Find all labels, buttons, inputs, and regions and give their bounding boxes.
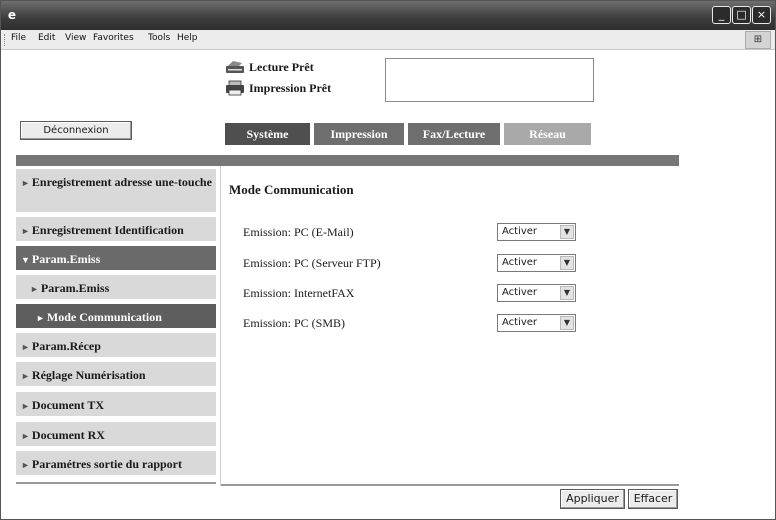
sidebar-item-scan-settings[interactable]: ► Réglage Numérisation [16,362,216,386]
page-title: Mode Communication [229,182,354,197]
chevron-down-icon: ▼ [560,286,574,300]
setting-label-email: Emission: PC (E-Mail) [243,225,354,239]
triangle-right-icon: ► [21,226,30,236]
triangle-right-icon: ► [30,284,39,294]
sidebar-subitem-communication-mode[interactable]: ► Mode Communication [16,304,216,328]
minimize-button[interactable]: _ [712,6,731,24]
setting-label-internetfax: Emission: InternetFAX [243,286,355,300]
maximize-button[interactable]: □ [732,6,751,24]
sidebar-item-label: Document RX [31,428,105,442]
triangle-right-icon: ► [21,371,30,381]
triangle-right-icon: ► [21,342,30,352]
logout-button[interactable]: Déconnexion [20,121,132,140]
apply-button[interactable]: Appliquer [560,489,625,509]
sidebar-item-label: Enregistrement Identification [31,223,184,237]
select-value: Activer [502,317,538,328]
select-value: Activer [502,287,538,298]
menu-tools[interactable]: Tools [148,33,170,43]
select-value: Activer [502,257,538,268]
tab-print[interactable]: Impression [314,123,404,145]
clear-button[interactable]: Effacer [628,489,678,509]
tab-network[interactable]: Réseau [504,123,591,145]
setting-label-smb: Emission: PC (SMB) [243,316,346,330]
sidebar-item-label: Param.Emiss [31,252,101,266]
print-status-text: Impression Prêt [249,81,332,95]
sidebar-item-label: Paramétres sortie du rapport [31,457,182,471]
triangle-right-icon: ► [21,401,30,411]
sidebar-item-label: Enregistrement adresse une-touche [31,175,212,189]
triangle-down-icon: ▼ [21,255,30,265]
menu-view[interactable]: View [65,33,86,43]
close-button[interactable]: × [752,6,771,24]
tab-fax-scan[interactable]: Fax/Lecture [408,123,500,145]
chevron-down-icon: ▼ [560,225,574,239]
sidebar-item-label: Réglage Numérisation [31,368,146,382]
sidebar-item-receive-settings[interactable]: ► Param.Récep [16,333,216,357]
main-footer-divider [221,484,679,486]
tab-system[interactable]: Système [225,123,310,145]
sidebar-item-label: Param.Emiss [40,281,110,295]
sidebar-item-label: Param.Récep [31,339,101,353]
sidebar-footer-divider [16,482,216,484]
chevron-down-icon: ▼ [560,316,574,330]
email-send-select[interactable]: Activer ▼ [497,223,576,241]
menu-bar: File Edit View Favorites Tools Help ⊞ [1,30,775,50]
menu-file[interactable]: File [11,33,26,43]
triangle-right-icon: ► [21,460,30,470]
menu-favorites[interactable]: Favorites [93,33,134,43]
setting-label-ftp: Emission: PC (Serveur FTP) [243,256,381,270]
sidebar-item-label: Mode Communication [46,310,162,324]
windows-logo-icon: ⊞ [745,31,771,49]
header-divider [16,155,679,166]
triangle-right-icon: ► [36,313,45,323]
smb-send-select[interactable]: Activer ▼ [497,314,576,332]
browser-app-icon: e [7,8,17,22]
sidebar-subitem-send-settings[interactable]: ► Param.Emiss [16,275,216,299]
triangle-right-icon: ► [21,431,30,441]
select-value: Activer [502,226,538,237]
toolbar-grip [4,34,6,46]
status-message-box [385,58,594,102]
title-bar: e _ □ × [1,1,775,30]
sidebar-item-label: Document TX [31,398,105,412]
menu-edit[interactable]: Edit [38,33,55,43]
browser-window: e _ □ × File Edit View Favorites Tools H… [0,0,776,520]
chevron-down-icon: ▼ [560,256,574,270]
ftp-send-select[interactable]: Activer ▼ [497,254,576,272]
triangle-right-icon: ► [21,178,30,188]
scanner-icon [226,61,244,73]
sidebar-item-report-output[interactable]: ► Paramétres sortie du rapport [16,451,216,475]
printer-icon [226,80,244,96]
sidebar-item-document-rx[interactable]: ► Document RX [16,422,216,446]
sidebar-item-send-settings[interactable]: ▼ Param.Emiss [16,246,216,270]
sidebar-item-one-touch[interactable]: ► Enregistrement adresse une-touche [16,169,216,212]
menu-help[interactable]: Help [177,33,198,43]
sidebar-item-document-tx[interactable]: ► Document TX [16,392,216,416]
panel-separator [220,166,221,486]
scan-status-text: Lecture Prêt [249,60,314,74]
internetfax-send-select[interactable]: Activer ▼ [497,284,576,302]
sidebar-item-identification[interactable]: ► Enregistrement Identification [16,217,216,241]
